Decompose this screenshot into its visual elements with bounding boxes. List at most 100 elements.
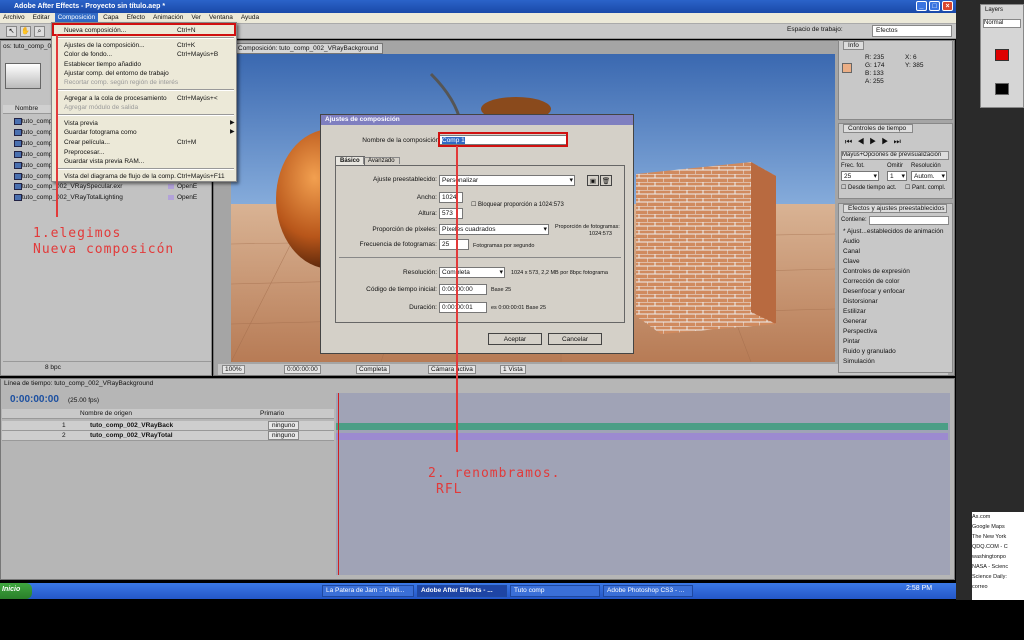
menu-animacion[interactable]: Animación bbox=[150, 13, 186, 22]
camera-select[interactable]: Cámara activa bbox=[428, 365, 476, 374]
views-select[interactable]: 1 Vista bbox=[500, 365, 526, 374]
effect-category[interactable]: Audio bbox=[843, 237, 860, 247]
tab-avanzado[interactable]: Avanzado bbox=[363, 157, 400, 164]
project-item[interactable]: tuto_comp_002_VRaySpecular.exr OpenE bbox=[2, 181, 210, 192]
effect-category[interactable]: * Ajust...establecidos de animación bbox=[843, 227, 943, 237]
effect-category[interactable]: Desenfocar y enfocar bbox=[843, 287, 905, 297]
playback-buttons[interactable]: ⏮◀▶▶⏭ bbox=[845, 137, 906, 147]
layers-tab[interactable]: Layers bbox=[985, 7, 1003, 13]
menu-item-diagrama-flujo[interactable]: Vista del diagrama de flujo de la comp. bbox=[64, 172, 176, 181]
layer-thumbnail[interactable] bbox=[995, 83, 1009, 95]
menu-ayuda[interactable]: Ayuda bbox=[238, 13, 262, 22]
parent-column[interactable]: Primario bbox=[260, 410, 284, 417]
tab-basico[interactable]: Básico bbox=[335, 156, 365, 165]
bookmark-item[interactable]: NASA - Scienc bbox=[972, 562, 1024, 572]
bookmark-item[interactable]: QDQ.COM - C bbox=[972, 542, 1024, 552]
effect-category[interactable]: Canal bbox=[843, 247, 860, 257]
close-button[interactable]: × bbox=[942, 1, 953, 11]
hand-tool-icon[interactable]: ✋ bbox=[20, 26, 31, 37]
resolution-select[interactable]: Completa bbox=[356, 365, 390, 374]
menu-item-tiempo-anadido[interactable]: Establecer tiempo añadido bbox=[64, 60, 141, 69]
cancel-button[interactable]: Cancelar bbox=[548, 333, 602, 345]
bookmark-item[interactable]: correo bbox=[972, 582, 1024, 592]
lock-ratio-checkbox[interactable]: ☐ Bloquear proporción a 1024:573 bbox=[471, 201, 564, 208]
selection-tool-icon[interactable]: ↖ bbox=[6, 26, 17, 37]
effect-category[interactable]: Estilizar bbox=[843, 307, 866, 317]
menu-item-guardar-fotograma[interactable]: Guardar fotograma como bbox=[64, 128, 137, 137]
start-button[interactable]: Inicio bbox=[0, 583, 32, 599]
menu-archivo[interactable]: Archivo bbox=[0, 13, 28, 22]
accept-button[interactable]: Aceptar bbox=[488, 333, 542, 345]
blend-mode-select[interactable]: Normal bbox=[983, 19, 1021, 28]
bookmark-item[interactable]: Science Daily: bbox=[972, 572, 1024, 582]
menu-item-color-fondo[interactable]: Color de fondo... bbox=[64, 50, 112, 59]
preset-select[interactable]: Personalizar bbox=[439, 175, 575, 186]
taskbar-item[interactable]: Adobe Photoshop CS3 - ... bbox=[603, 585, 693, 597]
timeline-tab[interactable]: Línea de tiempo: tuto_comp_002_VRayBackg… bbox=[4, 380, 153, 387]
effects-tab[interactable]: Efectos y ajustes preestablecidos bbox=[843, 204, 947, 213]
bookmark-item[interactable]: As.com bbox=[972, 512, 1024, 522]
menu-efecto[interactable]: Efecto bbox=[124, 13, 148, 22]
bookmark-item[interactable]: washingtonpo bbox=[972, 552, 1024, 562]
minimize-button[interactable]: _ bbox=[916, 1, 927, 11]
start-timecode-input[interactable]: 0:00:00:00 bbox=[439, 284, 487, 295]
save-preset-icon[interactable]: ▣ bbox=[587, 175, 599, 186]
current-time[interactable]: 0:00:00:00 bbox=[284, 365, 321, 374]
menu-capa[interactable]: Capa bbox=[100, 13, 122, 22]
current-time-indicator[interactable] bbox=[338, 393, 339, 575]
duration-input[interactable]: 0:00:00:01 bbox=[439, 302, 487, 313]
taskbar-item[interactable]: Tuto comp bbox=[510, 585, 600, 597]
effect-category[interactable]: Corrección de color bbox=[843, 277, 899, 287]
height-input[interactable]: 573 bbox=[439, 208, 463, 219]
effect-category[interactable]: Generar bbox=[843, 317, 867, 327]
width-input[interactable]: 1024 bbox=[439, 192, 463, 203]
effect-category[interactable]: Perspectiva bbox=[843, 327, 877, 337]
menu-item-preprocesar[interactable]: Preprocesar... bbox=[64, 148, 104, 157]
layer-bar[interactable] bbox=[336, 423, 948, 430]
taskbar-item[interactable]: La Patera de Jam :: Publi... bbox=[322, 585, 414, 597]
effects-search-input[interactable] bbox=[869, 216, 949, 225]
effect-category[interactable]: Clave bbox=[843, 257, 860, 267]
from-current-checkbox[interactable]: ☐ Desde tiempo act. bbox=[841, 184, 896, 191]
menu-ver[interactable]: Ver bbox=[188, 13, 204, 22]
workspace-select[interactable]: Efectos bbox=[872, 25, 952, 37]
menu-editar[interactable]: Editar bbox=[30, 13, 53, 22]
resolution-select[interactable]: Completa bbox=[439, 267, 505, 278]
menu-composicion[interactable]: Composición bbox=[54, 13, 99, 22]
ram-preview-options[interactable]: Mayús+Opciones de previsualización bbox=[841, 151, 949, 160]
effect-category[interactable]: Pintar bbox=[843, 337, 860, 347]
menu-item-ajustes[interactable]: Ajustes de la composición... bbox=[64, 41, 145, 50]
full-screen-checkbox[interactable]: ☐ Pant. compl. bbox=[905, 184, 945, 191]
zoom-select[interactable]: 100% bbox=[222, 365, 245, 374]
effect-category[interactable]: Simulación bbox=[843, 357, 875, 367]
effect-category[interactable]: Controles de expresión bbox=[843, 267, 910, 277]
bookmark-item[interactable]: The New York bbox=[972, 532, 1024, 542]
project-item[interactable]: tuto_comp_002_VRayTotalLighting OpenE bbox=[2, 192, 210, 203]
layer-row[interactable]: 1 tuto_comp_002_VRayBack ninguno bbox=[2, 421, 334, 431]
preview-resolution[interactable]: Autom. bbox=[911, 171, 947, 182]
info-tab[interactable]: Info bbox=[843, 41, 864, 50]
effect-category[interactable]: Distorsionar bbox=[843, 297, 878, 307]
source-name-column[interactable]: Nombre de origen bbox=[80, 410, 132, 417]
layer-row[interactable]: 2 tuto_comp_002_VRayTotal ninguno bbox=[2, 431, 334, 441]
menu-item-crear-pelicula[interactable]: Crear película... bbox=[64, 138, 110, 147]
viewer-tab[interactable]: Composición: tuto_comp_002_VRayBackgroun… bbox=[233, 43, 384, 54]
bit-depth-button[interactable]: 8 bpc bbox=[45, 364, 61, 371]
frame-rate-input[interactable]: 25 bbox=[439, 239, 469, 250]
menu-item-cola[interactable]: Agregar a la cola de procesamiento bbox=[64, 94, 167, 103]
bookmark-item[interactable]: Google Maps bbox=[972, 522, 1024, 532]
layer-thumbnail[interactable] bbox=[995, 49, 1009, 61]
maximize-button[interactable]: □ bbox=[929, 1, 940, 11]
effect-category[interactable]: Ruido y granulado bbox=[843, 347, 896, 357]
time-controls-tab[interactable]: Controles de tiempo bbox=[843, 124, 913, 133]
delete-preset-icon[interactable]: 🗑 bbox=[600, 175, 612, 186]
timeline-timecode[interactable]: 0:00:00:00 bbox=[10, 394, 59, 405]
preview-skip[interactable]: 1 bbox=[887, 171, 907, 182]
project-tab[interactable]: os: tuto_comp_00 bbox=[3, 43, 55, 50]
menu-item-vista-previa[interactable]: Vista previa bbox=[64, 119, 98, 128]
menu-item-guardar-ram[interactable]: Guardar vista previa RAM... bbox=[64, 157, 144, 166]
menu-item-ajustar-comp[interactable]: Ajustar comp. del entorno de trabajo bbox=[64, 69, 169, 78]
taskbar-item[interactable]: Adobe After Effects - ... bbox=[417, 585, 507, 597]
preview-frame-rate[interactable]: 25 bbox=[841, 171, 879, 182]
zoom-tool-icon[interactable]: ⌕ bbox=[34, 26, 45, 37]
